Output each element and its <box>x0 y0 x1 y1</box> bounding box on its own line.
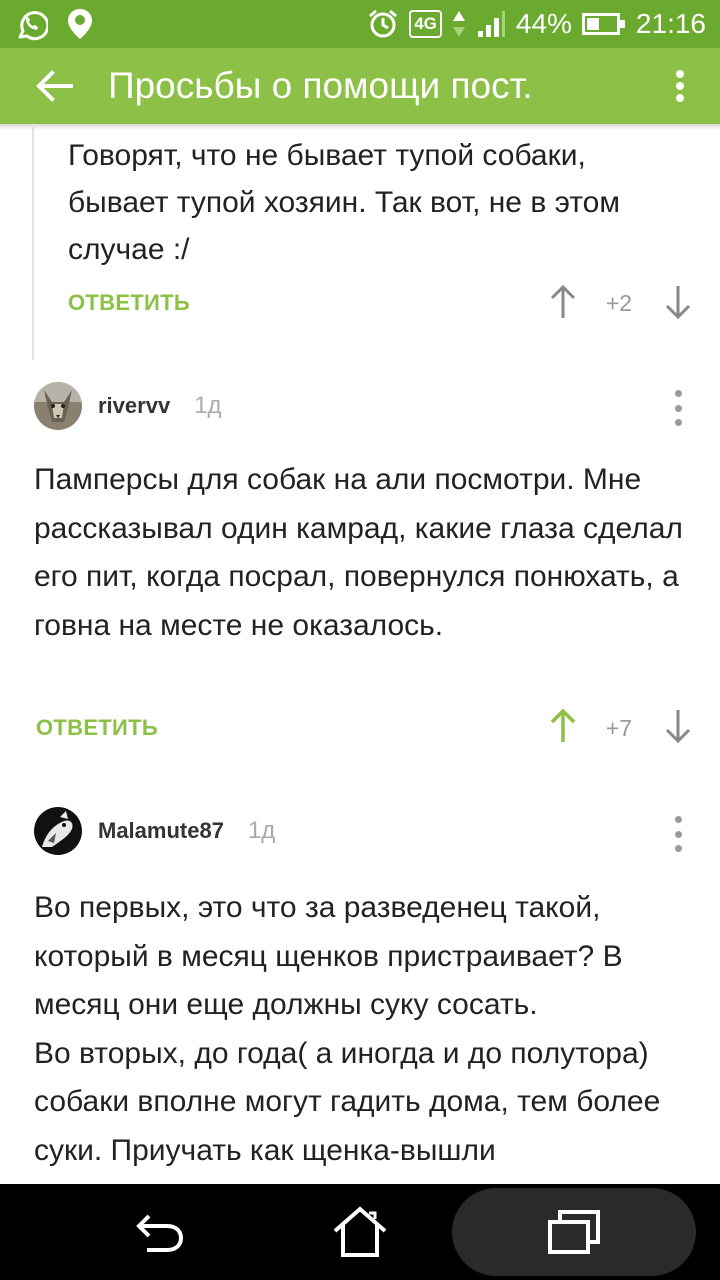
avatar[interactable] <box>34 807 82 855</box>
overflow-menu-button[interactable] <box>640 48 720 124</box>
home-icon <box>333 1206 387 1257</box>
comments-list[interactable]: Говорят, что не бывает тупой собаки, быв… <box>0 124 720 1184</box>
username[interactable]: rivervv <box>98 393 170 419</box>
comment-time: 1д <box>194 392 222 419</box>
battery-percent: 44% <box>515 8 572 39</box>
comment-text: Говорят, что не бывает тупой собаки, быв… <box>68 139 620 266</box>
clock: 21:16 <box>635 8 706 39</box>
comment-header: rivervv 1д <box>34 382 222 430</box>
comment-menu-button[interactable] <box>666 390 690 426</box>
upvote-icon[interactable] <box>548 708 578 744</box>
reply-button[interactable]: ОТВЕТИТЬ <box>36 715 158 741</box>
comment-time: 1д <box>247 817 276 844</box>
back-nav-icon <box>136 1214 184 1252</box>
comment-menu-button[interactable] <box>666 816 690 852</box>
nav-recent-apps-button[interactable] <box>524 1184 624 1280</box>
location-pin-icon <box>66 7 94 41</box>
signal-icon <box>476 9 506 39</box>
avatar[interactable] <box>34 382 82 430</box>
battery-level <box>586 18 599 30</box>
comment-score: +7 <box>605 715 633 741</box>
battery-icon <box>581 13 625 35</box>
more-vertical-icon <box>676 70 684 102</box>
downvote-icon[interactable] <box>663 708 693 744</box>
page-title: Просьбы о помощи пост. <box>108 65 533 106</box>
recent-apps-icon <box>548 1210 600 1254</box>
reply-button[interactable]: ОТВЕТИТЬ <box>68 290 190 316</box>
navigation-bar <box>0 1184 720 1280</box>
comment-text: Во первых, это что за разведенец такой, … <box>34 891 661 1167</box>
downvote-icon[interactable] <box>663 284 693 320</box>
alarm-icon <box>367 8 399 40</box>
data-arrows-icon <box>452 9 466 39</box>
upvote-icon[interactable] <box>548 284 578 320</box>
back-arrow-icon <box>36 70 73 102</box>
back-button[interactable] <box>0 48 110 124</box>
app-bar: Просьбы о помощи пост. <box>0 48 720 124</box>
comment-score: +2 <box>605 290 633 316</box>
comment-text: Памперсы для собак на али посмотри. Мне … <box>34 463 683 642</box>
nav-home-button[interactable] <box>320 1184 400 1280</box>
network-type-badge: 4G <box>409 10 442 38</box>
viber-icon <box>14 7 48 41</box>
nav-back-button[interactable] <box>120 1184 200 1280</box>
status-bar: 4G 44% 21:16 <box>0 0 720 48</box>
nested-comment: Говорят, что не бывает тупой собаки, быв… <box>32 124 720 360</box>
username[interactable]: Malamute87 <box>98 818 224 844</box>
comment-header: Malamute87 1д <box>34 807 275 855</box>
